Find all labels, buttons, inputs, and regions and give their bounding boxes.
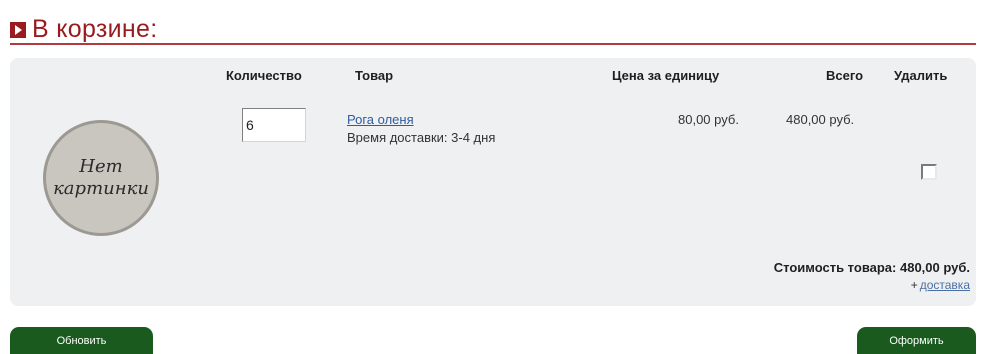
goods-total: Стоимость товара: 480,00 руб.	[773, 260, 970, 275]
column-header-quantity: Количество	[226, 68, 302, 83]
delivery-add: + доставка	[911, 278, 970, 292]
delete-checkbox[interactable]	[921, 164, 937, 180]
delivery-link[interactable]: доставка	[920, 278, 970, 292]
product-link[interactable]: Рога оленя	[347, 112, 414, 127]
row-total-value: 480,00 руб.	[786, 112, 855, 127]
update-button[interactable]: Обновить	[10, 327, 153, 354]
column-header-total: Всего	[826, 68, 864, 83]
checkout-button[interactable]: Оформить	[857, 327, 976, 354]
header-divider	[10, 43, 976, 45]
no-image-text-line2: картинки	[53, 178, 149, 199]
no-image-placeholder: Нет картинки	[43, 120, 159, 236]
column-header-unit-price: Цена за единицу	[612, 68, 720, 83]
column-header-delete: Удалить	[894, 68, 948, 83]
column-header-product: Товар	[355, 68, 394, 83]
no-image-text-line1: Нет	[79, 156, 123, 177]
cart-panel: Нет картинки Количество Товар Цена за ед…	[10, 58, 976, 306]
quantity-input[interactable]	[242, 108, 306, 142]
play-icon	[10, 22, 26, 38]
plus-sign: +	[910, 278, 918, 292]
page-title: В корзине:	[32, 14, 158, 43]
cart-header: В корзине:	[10, 14, 157, 44]
unit-price-value: 80,00 руб.	[678, 112, 739, 127]
delivery-time-text: Время доставки: 3-4 дня	[347, 130, 496, 145]
